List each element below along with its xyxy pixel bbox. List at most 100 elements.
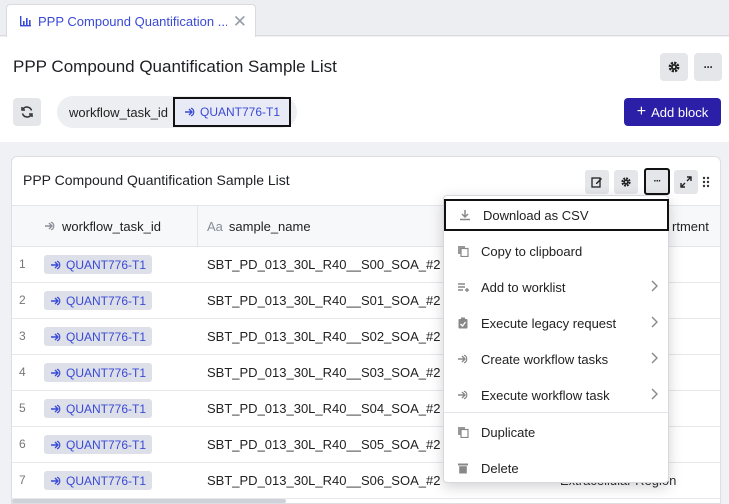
tab-strip: PPP Compound Quantification ... ✕ xyxy=(0,0,729,37)
card-title: PPP Compound Quantification Sample List xyxy=(23,172,290,188)
menu-item-label: Copy to clipboard xyxy=(481,243,583,259)
task-id-pill[interactable]: QUANT776-T1 xyxy=(44,327,153,346)
refresh-button[interactable] xyxy=(13,98,41,126)
sample-name-cell: SBT_PD_013_30L_R40__S02_SOA_#2 xyxy=(207,329,441,344)
task-id-label: QUANT776-T1 xyxy=(66,365,147,380)
column-header-department[interactable]: rtment xyxy=(672,206,709,246)
gear-icon xyxy=(621,177,631,187)
task-id-pill[interactable]: QUANT776-T1 xyxy=(44,363,153,382)
page-header: PPP Compound Quantification Sample List … xyxy=(0,37,729,142)
card-settings-button[interactable] xyxy=(614,170,638,194)
task-id-pill[interactable]: QUANT776-T1 xyxy=(44,291,153,310)
menu-item-label: Add to worklist xyxy=(481,279,566,295)
edit-icon xyxy=(591,177,602,188)
chevron-right-icon xyxy=(651,352,658,364)
sample-name-cell: SBT_PD_013_30L_R40__S03_SOA_#2 xyxy=(207,365,441,380)
more-button[interactable]: ··· xyxy=(694,53,722,81)
menu-item-create-workflow-tasks[interactable]: Create workflow tasks xyxy=(444,341,668,377)
worklist-icon xyxy=(455,281,471,293)
tab-sample-list[interactable]: PPP Compound Quantification ... ✕ xyxy=(6,4,256,37)
plus-icon: + xyxy=(636,103,647,120)
menu-item-label: Download as CSV xyxy=(483,207,589,223)
task-id-pill[interactable]: QUANT776-T1 xyxy=(44,255,153,274)
sample-name-cell: SBT_PD_013_30L_R40__S01_SOA_#2 xyxy=(207,293,441,308)
add-block-label: Add block xyxy=(651,104,709,120)
refresh-icon xyxy=(21,106,33,118)
copy-icon xyxy=(455,245,471,257)
menu-item-label: Create workflow tasks xyxy=(481,351,609,367)
card-more-button[interactable]: ··· xyxy=(644,168,670,195)
filter-chip[interactable]: workflow_task_id QUANT776-T1 xyxy=(57,96,298,128)
filter-value[interactable]: QUANT776-T1 xyxy=(173,97,292,127)
more-icon: ··· xyxy=(653,176,662,187)
drag-handle-icon[interactable] xyxy=(702,176,710,188)
menu-item-execute-workflow-task[interactable]: Execute workflow task xyxy=(444,377,668,413)
clipboard-check-icon xyxy=(455,317,471,329)
horizontal-scrollbar[interactable] xyxy=(12,499,286,503)
link-arrow-icon xyxy=(455,390,471,400)
row-number: 5 xyxy=(19,401,26,415)
row-number: 7 xyxy=(19,473,26,487)
task-id-label: QUANT776-T1 xyxy=(66,401,147,416)
menu-item-add-worklist[interactable]: Add to worklist xyxy=(444,269,668,305)
column-label: rtment xyxy=(672,218,709,234)
link-arrow-icon xyxy=(455,354,471,364)
link-arrow-icon xyxy=(51,440,61,449)
task-id-pill[interactable]: QUANT776-T1 xyxy=(44,471,153,490)
add-block-button[interactable]: + Add block xyxy=(624,98,721,126)
row-number: 1 xyxy=(19,257,26,271)
link-arrow-icon xyxy=(51,332,61,341)
text-type-icon: Aa xyxy=(207,218,223,234)
menu-item-duplicate[interactable]: Duplicate xyxy=(444,414,668,450)
row-number: 6 xyxy=(19,437,26,451)
block-actions-menu: Download as CSV Copy to clipboard Add to… xyxy=(443,195,669,483)
settings-button[interactable] xyxy=(660,53,688,81)
sample-name-cell: SBT_PD_013_30L_R40__S05_SOA_#2 xyxy=(207,437,441,452)
filter-key: workflow_task_id xyxy=(69,104,168,120)
task-id-label: QUANT776-T1 xyxy=(66,437,147,452)
chevron-right-icon xyxy=(651,280,658,292)
menu-item-delete[interactable]: Delete xyxy=(444,450,668,486)
task-id-label: QUANT776-T1 xyxy=(66,257,147,272)
page-title: PPP Compound Quantification Sample List xyxy=(13,57,337,76)
menu-item-copy-clipboard[interactable]: Copy to clipboard xyxy=(444,233,668,269)
link-arrow-icon xyxy=(51,476,61,485)
tab-label: PPP Compound Quantification ... xyxy=(38,13,227,29)
duplicate-icon xyxy=(455,426,471,438)
expand-icon xyxy=(680,176,692,188)
row-number: 2 xyxy=(19,293,26,307)
task-id-pill[interactable]: QUANT776-T1 xyxy=(44,435,153,454)
expand-button[interactable] xyxy=(674,170,698,194)
link-arrow-icon xyxy=(51,260,61,269)
row-number: 4 xyxy=(19,365,26,379)
link-arrow-icon xyxy=(51,368,61,377)
gear-icon xyxy=(668,61,680,73)
menu-item-execute-legacy[interactable]: Execute legacy request xyxy=(444,305,668,341)
task-id-label: QUANT776-T1 xyxy=(66,293,147,308)
column-label: sample_name xyxy=(228,218,311,234)
row-number: 3 xyxy=(19,329,26,343)
chevron-right-icon xyxy=(651,316,658,328)
column-label: workflow_task_id xyxy=(62,218,161,234)
column-header-workflow-task-id[interactable]: workflow_task_id xyxy=(44,206,161,246)
menu-item-label: Execute workflow task xyxy=(481,387,610,403)
trash-icon xyxy=(455,462,471,474)
menu-item-download-csv[interactable]: Download as CSV xyxy=(444,199,669,231)
link-arrow-icon xyxy=(51,404,61,413)
chevron-right-icon xyxy=(651,388,658,400)
column-divider[interactable] xyxy=(197,206,198,246)
close-icon[interactable]: ✕ xyxy=(233,13,247,30)
menu-item-label: Duplicate xyxy=(481,424,536,440)
column-header-sample-name[interactable]: Aa sample_name xyxy=(207,206,311,246)
sample-name-cell: SBT_PD_013_30L_R40__S00_SOA_#2 xyxy=(207,257,441,272)
sample-name-cell: SBT_PD_013_30L_R40__S06_SOA_#2 xyxy=(207,473,441,488)
task-id-label: QUANT776-T1 xyxy=(66,329,147,344)
link-arrow-icon xyxy=(185,107,195,117)
menu-divider xyxy=(444,412,668,413)
link-arrow-icon xyxy=(51,296,61,305)
bar-chart-icon xyxy=(20,16,31,27)
task-id-pill[interactable]: QUANT776-T1 xyxy=(44,399,153,418)
link-arrow-icon xyxy=(45,221,55,231)
edit-button[interactable] xyxy=(585,170,609,194)
filter-value-label: QUANT776-T1 xyxy=(200,105,281,119)
